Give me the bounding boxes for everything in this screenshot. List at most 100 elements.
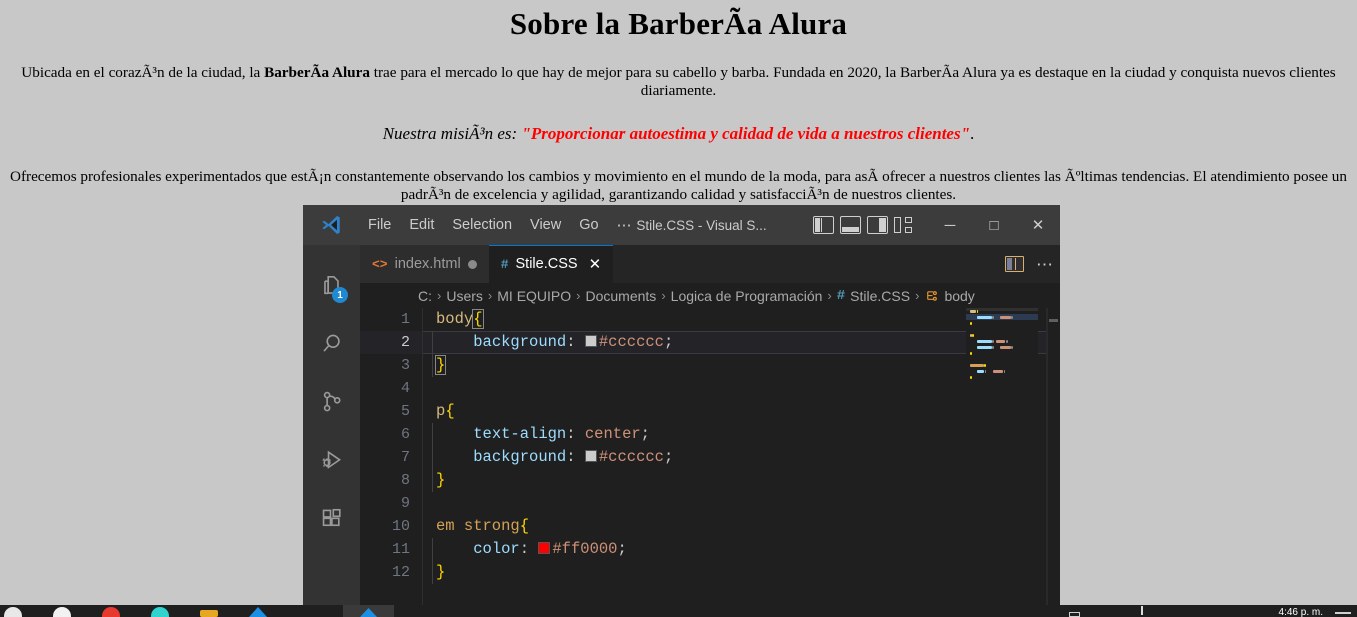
menu-overflow-icon[interactable]: ⋯ — [608, 212, 641, 238]
close-icon[interactable]: ✕ — [589, 257, 602, 272]
split-editor-icon[interactable] — [1005, 256, 1024, 272]
activity-bar[interactable]: 1 — [303, 245, 360, 605]
tab-stile-css[interactable]: # Stile.CSS ✕ — [488, 245, 614, 283]
layout-controls[interactable] — [813, 205, 915, 245]
tab-index-html[interactable]: <> index.html — [360, 245, 489, 283]
search-icon[interactable] — [49, 605, 75, 617]
mission-quote: "Proporcionar autoestima y calidad de vi… — [521, 124, 971, 143]
menubar[interactable]: File Edit Selection View Go ⋯ — [359, 212, 641, 238]
breadcrumb-item-file[interactable]: Stile.CSS — [850, 288, 910, 304]
minimap-token — [1011, 315, 1013, 319]
code-line[interactable]: 8} — [360, 469, 1060, 492]
code-text[interactable]: body{ — [422, 308, 1060, 331]
blue-app-icon[interactable] — [245, 605, 271, 617]
code-text[interactable]: background: #cccccc; — [422, 331, 1060, 354]
minimap-token — [992, 315, 994, 319]
code-line[interactable]: 2 background: #cccccc; — [360, 331, 1060, 354]
code-line[interactable]: 10 em strong{ — [360, 515, 1060, 538]
explorer-icon[interactable]: 1 — [303, 257, 360, 315]
intro-text-bold: BarberÃ­a Alura — [264, 64, 370, 81]
code-line[interactable]: 1 body{ — [360, 308, 1060, 331]
code-text[interactable]: color: #ff0000; — [422, 538, 1060, 561]
mission-paragraph: Nuestra misiÃ³n es: "Proporcionar autoes… — [8, 124, 1349, 144]
toggle-panel-icon[interactable] — [840, 216, 861, 234]
vscode-taskbar-icon[interactable] — [343, 605, 394, 617]
chevron-right-icon: › — [915, 288, 920, 303]
toggle-primary-sidebar-icon[interactable] — [813, 216, 834, 234]
taskbar-clock[interactable]: 4:46 p. m. — [1279, 607, 1323, 617]
breadcrumb-item-users[interactable]: Users — [446, 288, 483, 304]
breadcrumb-item-documents[interactable]: Documents — [586, 288, 657, 304]
code-line[interactable]: 7 background: #cccccc; — [360, 446, 1060, 469]
breadcrumb-item-symbol[interactable]: body — [944, 288, 974, 304]
line-number: 6 — [400, 426, 410, 443]
vertical-scrollbar[interactable] — [1046, 308, 1060, 605]
window-controls[interactable]: ─ □ ✕ — [928, 205, 1060, 245]
color-swatch[interactable] — [584, 450, 597, 462]
code-text[interactable]: } — [422, 469, 1060, 492]
color-swatch[interactable] — [538, 542, 551, 554]
code-text[interactable]: } — [422, 354, 1060, 377]
show-desktop-button[interactable] — [1335, 612, 1351, 614]
page-title: Sobre la BarberÃ­a Alura — [509, 6, 848, 41]
code-line[interactable]: 9 — [360, 492, 1060, 515]
professionals-paragraph: Ofrecemos profesionales experimentados q… — [9, 168, 1347, 203]
breadcrumb[interactable]: C: › Users › MI EQUIPO › Documents › Log… — [360, 283, 1060, 308]
maximize-button[interactable]: □ — [972, 205, 1016, 245]
breadcrumb-item-mi-equipo[interactable]: MI EQUIPO — [497, 288, 571, 304]
code-line[interactable]: 6 text-align: center; — [360, 423, 1060, 446]
code-line[interactable]: 11 color: #ff0000; — [360, 538, 1060, 561]
minimize-button[interactable]: ─ — [928, 205, 972, 245]
vscode-window[interactable]: File Edit Selection View Go ⋯ Stile.CSS … — [303, 205, 1060, 605]
editor-actions[interactable]: ⋯ — [1005, 245, 1054, 283]
menu-go[interactable]: Go — [570, 213, 607, 237]
windows-taskbar[interactable]: 4:46 p. m. — [0, 605, 1357, 617]
code-text[interactable]: p{ — [422, 400, 1060, 423]
code-text[interactable]: text-align: center; — [422, 423, 1060, 446]
menu-file[interactable]: File — [359, 213, 400, 237]
battery-icon[interactable] — [1069, 612, 1080, 617]
minimap-token — [984, 363, 986, 367]
code-line[interactable]: 12} — [360, 561, 1060, 584]
folder-icon[interactable] — [196, 605, 222, 617]
close-button[interactable]: ✕ — [1016, 205, 1060, 245]
run-and-debug-icon[interactable] — [303, 431, 360, 489]
scrollbar-thumb[interactable] — [1049, 319, 1058, 322]
taskbar-icons[interactable] — [0, 605, 294, 617]
titlebar[interactable]: File Edit Selection View Go ⋯ Stile.CSS … — [303, 205, 1060, 245]
code-text[interactable]: em strong{ — [422, 515, 1060, 538]
source-control-icon[interactable] — [303, 373, 360, 431]
minimap-token — [970, 375, 972, 379]
line-number: 4 — [400, 380, 410, 397]
code-lines[interactable]: 1 body{2 background: #cccccc; 3} 4 5 p{6 text… — [360, 308, 1060, 605]
breadcrumb-item-folder[interactable]: Logica de Programación — [671, 288, 823, 304]
minimap-token — [1000, 315, 1011, 319]
color-swatch[interactable] — [584, 335, 597, 347]
customize-layout-icon[interactable] — [894, 216, 915, 234]
more-actions-icon[interactable]: ⋯ — [1036, 256, 1054, 273]
code-line[interactable]: 5 p{ — [360, 400, 1060, 423]
teal-app-icon[interactable] — [147, 605, 173, 617]
code-editor[interactable]: 1 body{2 background: #cccccc; 3} 4 5 p{6 text… — [360, 308, 1060, 605]
code-text[interactable]: background: #cccccc; — [422, 446, 1060, 469]
search-icon[interactable] — [303, 315, 360, 373]
code-line[interactable]: 3} — [360, 354, 1060, 377]
editor-tab-bar[interactable]: <> index.html # Stile.CSS ✕ ⋯ — [360, 245, 1060, 283]
red-app-icon[interactable] — [98, 605, 124, 617]
minimap[interactable] — [966, 308, 1038, 605]
code-text[interactable]: } — [422, 561, 1060, 584]
code-token: : — [566, 425, 576, 443]
extensions-icon[interactable] — [303, 489, 360, 547]
code-line[interactable]: 4 — [360, 377, 1060, 400]
menu-edit[interactable]: Edit — [400, 213, 443, 237]
menu-view[interactable]: View — [521, 213, 570, 237]
toggle-secondary-sidebar-icon[interactable] — [867, 216, 888, 234]
menu-selection[interactable]: Selection — [443, 213, 521, 237]
intro-text-pre: Ubicada en el corazÃ³n de la ciudad, la — [21, 64, 265, 81]
windows-start-icon[interactable] — [0, 605, 26, 617]
unsaved-dot-icon[interactable] — [467, 259, 477, 269]
minimap-slider[interactable] — [966, 308, 1038, 311]
breadcrumb-item-drive[interactable]: C: — [418, 288, 432, 304]
